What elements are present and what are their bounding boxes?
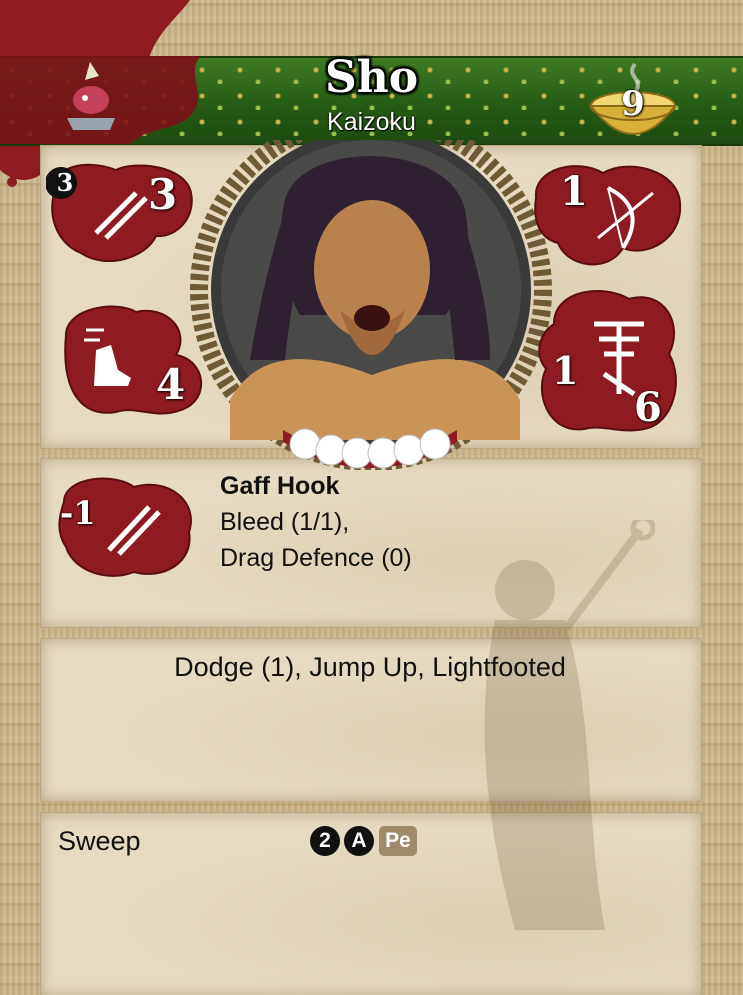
ghost-illustration: [484, 520, 655, 930]
ranged-value: 1: [560, 168, 588, 215]
action-name: Sweep: [58, 826, 141, 856]
action-cost-badge: 2: [310, 826, 340, 856]
weapon-trait: Drag Defence (0): [220, 544, 412, 572]
cost-value: 9: [621, 84, 645, 124]
weapon-name: Gaff Hook: [220, 472, 340, 500]
move-foot-icon: [64, 305, 203, 415]
action-tag-badge: Pe: [379, 826, 417, 856]
melee-value: 3: [148, 170, 178, 219]
ranged-bow-icon: [534, 165, 682, 266]
ki-max-value: 6: [634, 384, 662, 431]
weapon-trait: Bleed (1/1),: [220, 508, 350, 536]
action-type-badge: A: [344, 826, 374, 856]
move-value: 4: [156, 360, 186, 409]
melee-pool: 3: [56, 168, 74, 197]
abilities-text: Dodge (1), Jump Up, Lightfooted: [174, 652, 566, 682]
health-track: [283, 428, 457, 469]
unit-card: Sho Kaizoku 9 3 3 1 4 1 6 -1 Gaff Hook B…: [0, 0, 743, 995]
ki-start-value: 1: [552, 348, 579, 393]
weapon-modifier: -1: [60, 494, 96, 532]
